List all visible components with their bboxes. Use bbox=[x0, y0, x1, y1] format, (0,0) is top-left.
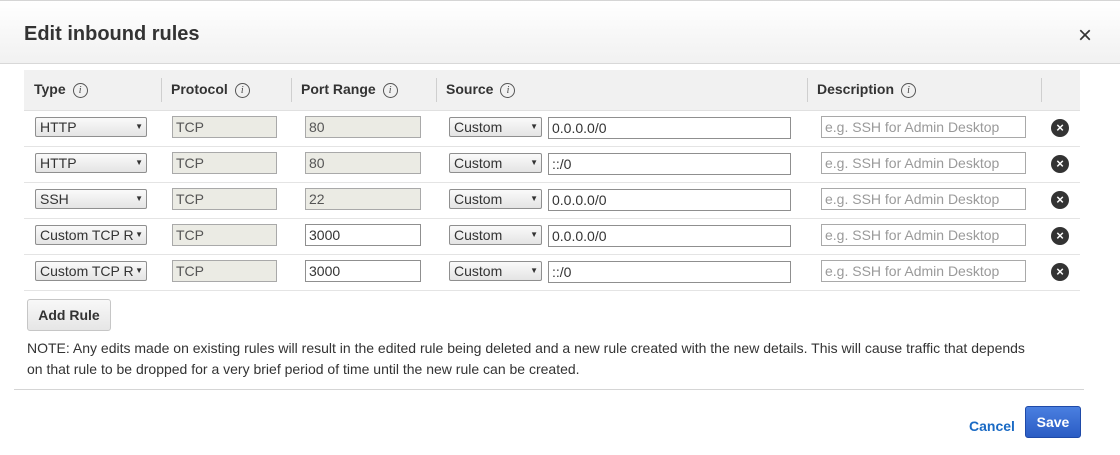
inbound-rules-table: Type i Protocol i Port Range i Source i Desc… bbox=[24, 70, 1080, 291]
type-select-value: SSH bbox=[40, 190, 69, 207]
source-select[interactable]: Custom ▼ bbox=[449, 224, 542, 245]
source-select[interactable]: Custom ▼ bbox=[449, 116, 542, 137]
column-divider bbox=[161, 78, 162, 102]
source-cidr-input[interactable]: ::/0 bbox=[548, 260, 791, 283]
source-select[interactable]: Custom ▼ bbox=[449, 188, 542, 209]
column-header-label: Description bbox=[817, 81, 895, 98]
column-header-port-range: Port Range i bbox=[291, 70, 436, 111]
column-header-type: Type i bbox=[24, 70, 161, 111]
column-header-source: Source i bbox=[436, 70, 807, 111]
chevron-down-icon: ▼ bbox=[135, 157, 143, 167]
description-input[interactable]: e.g. SSH for Admin Desktop bbox=[821, 259, 1026, 282]
column-header-label: Type bbox=[34, 81, 66, 98]
info-icon[interactable]: i bbox=[72, 83, 88, 99]
info-icon[interactable]: i bbox=[234, 83, 250, 99]
column-header-label: Protocol bbox=[171, 81, 228, 98]
chevron-down-icon: ▼ bbox=[530, 121, 538, 131]
source-select-value: Custom bbox=[454, 226, 503, 243]
port-range-field: 80 bbox=[305, 151, 421, 174]
close-icon[interactable]: × bbox=[1074, 24, 1096, 48]
protocol-field: TCP bbox=[172, 187, 277, 210]
port-range-input[interactable]: 3000 bbox=[305, 223, 421, 246]
source-select-value: Custom bbox=[454, 190, 503, 207]
type-select-value: Custom TCP R bbox=[40, 226, 134, 243]
source-select[interactable]: Custom ▼ bbox=[449, 152, 542, 173]
description-input[interactable]: e.g. SSH for Admin Desktop bbox=[821, 223, 1026, 246]
type-select[interactable]: HTTP ▼ bbox=[35, 116, 147, 137]
description-input[interactable]: e.g. SSH for Admin Desktop bbox=[821, 151, 1026, 174]
source-cidr-input[interactable]: 0.0.0.0/0 bbox=[548, 116, 791, 139]
type-select[interactable]: Custom TCP R ▼ bbox=[35, 224, 147, 245]
info-icon[interactable]: i bbox=[500, 83, 516, 99]
table-row: Custom TCP R ▼ TCP 3000 Custom ▼::/0 e.g. … bbox=[24, 254, 1080, 291]
dialog-title: Edit inbound rules bbox=[24, 23, 200, 45]
edit-warning-note: NOTE: Any edits made on existing rules w… bbox=[27, 340, 1025, 377]
protocol-field: TCP bbox=[172, 259, 277, 282]
column-header-protocol: Protocol i bbox=[161, 70, 291, 111]
description-input[interactable]: e.g. SSH for Admin Desktop bbox=[821, 187, 1026, 210]
protocol-field: TCP bbox=[172, 151, 277, 174]
table-row: HTTP ▼ TCP 80 Custom ▼::/0 e.g. SSH for Ad… bbox=[24, 146, 1080, 183]
type-select[interactable]: HTTP ▼ bbox=[35, 152, 147, 173]
source-select-value: Custom bbox=[454, 118, 503, 135]
delete-rule-icon[interactable]: × bbox=[1051, 263, 1069, 281]
column-header-label: Port Range bbox=[301, 81, 376, 98]
info-icon[interactable]: i bbox=[901, 83, 917, 99]
footer-divider bbox=[14, 389, 1084, 390]
protocol-field: TCP bbox=[172, 223, 277, 246]
column-divider bbox=[1041, 78, 1042, 102]
source-select[interactable]: Custom ▼ bbox=[449, 260, 542, 281]
description-input[interactable]: e.g. SSH for Admin Desktop bbox=[821, 115, 1026, 138]
type-select-value: HTTP bbox=[40, 154, 77, 171]
port-range-field: 80 bbox=[305, 115, 421, 138]
chevron-down-icon: ▼ bbox=[530, 193, 538, 203]
type-select-value: HTTP bbox=[40, 118, 77, 135]
chevron-down-icon: ▼ bbox=[135, 121, 143, 131]
column-divider bbox=[291, 78, 292, 102]
type-select-value: Custom TCP R bbox=[40, 262, 134, 279]
column-header-label: Source bbox=[446, 81, 494, 98]
column-divider bbox=[807, 78, 808, 102]
add-rule-button[interactable]: Add Rule bbox=[27, 299, 111, 331]
chevron-down-icon: ▼ bbox=[135, 193, 143, 203]
source-select-value: Custom bbox=[454, 154, 503, 171]
column-header-actions bbox=[1041, 70, 1080, 111]
type-select[interactable]: Custom TCP R ▼ bbox=[35, 260, 147, 281]
source-cidr-input[interactable]: ::/0 bbox=[548, 152, 791, 175]
source-cidr-input[interactable]: 0.0.0.0/0 bbox=[548, 224, 791, 247]
table-header-row: Type i Protocol i Port Range i Source i Desc… bbox=[24, 70, 1080, 111]
chevron-down-icon: ▼ bbox=[530, 265, 538, 275]
source-select-value: Custom bbox=[454, 262, 503, 279]
type-select[interactable]: SSH ▼ bbox=[35, 188, 147, 209]
port-range-field: 22 bbox=[305, 187, 421, 210]
table-row: SSH ▼ TCP 22 Custom ▼ 0.0.0.0/0 e.g. SSH fo… bbox=[24, 182, 1080, 219]
port-range-input[interactable]: 3000 bbox=[305, 259, 421, 282]
dialog-header: Edit inbound rules × bbox=[0, 0, 1120, 64]
info-icon[interactable]: i bbox=[382, 83, 398, 99]
delete-rule-icon[interactable]: × bbox=[1051, 227, 1069, 245]
column-header-description: Description i bbox=[807, 70, 1041, 111]
delete-rule-icon[interactable]: × bbox=[1051, 119, 1069, 137]
table-row: HTTP ▼ TCP 80 Custom ▼ 0.0.0.0/0 e.g. SSH f… bbox=[24, 110, 1080, 147]
delete-rule-icon[interactable]: × bbox=[1051, 191, 1069, 209]
save-button[interactable]: Save bbox=[1025, 406, 1081, 438]
column-divider bbox=[436, 78, 437, 102]
source-cidr-input[interactable]: 0.0.0.0/0 bbox=[548, 188, 791, 211]
chevron-down-icon: ▼ bbox=[530, 157, 538, 167]
table-row: Custom TCP R ▼ TCP 3000 Custom ▼ 0.0.0.0/0 … bbox=[24, 218, 1080, 255]
protocol-field: TCP bbox=[172, 115, 277, 138]
delete-rule-icon[interactable]: × bbox=[1051, 155, 1069, 173]
cancel-button[interactable]: Cancel bbox=[969, 418, 1015, 434]
chevron-down-icon: ▼ bbox=[135, 265, 143, 275]
chevron-down-icon: ▼ bbox=[530, 229, 538, 239]
chevron-down-icon: ▼ bbox=[135, 229, 143, 239]
